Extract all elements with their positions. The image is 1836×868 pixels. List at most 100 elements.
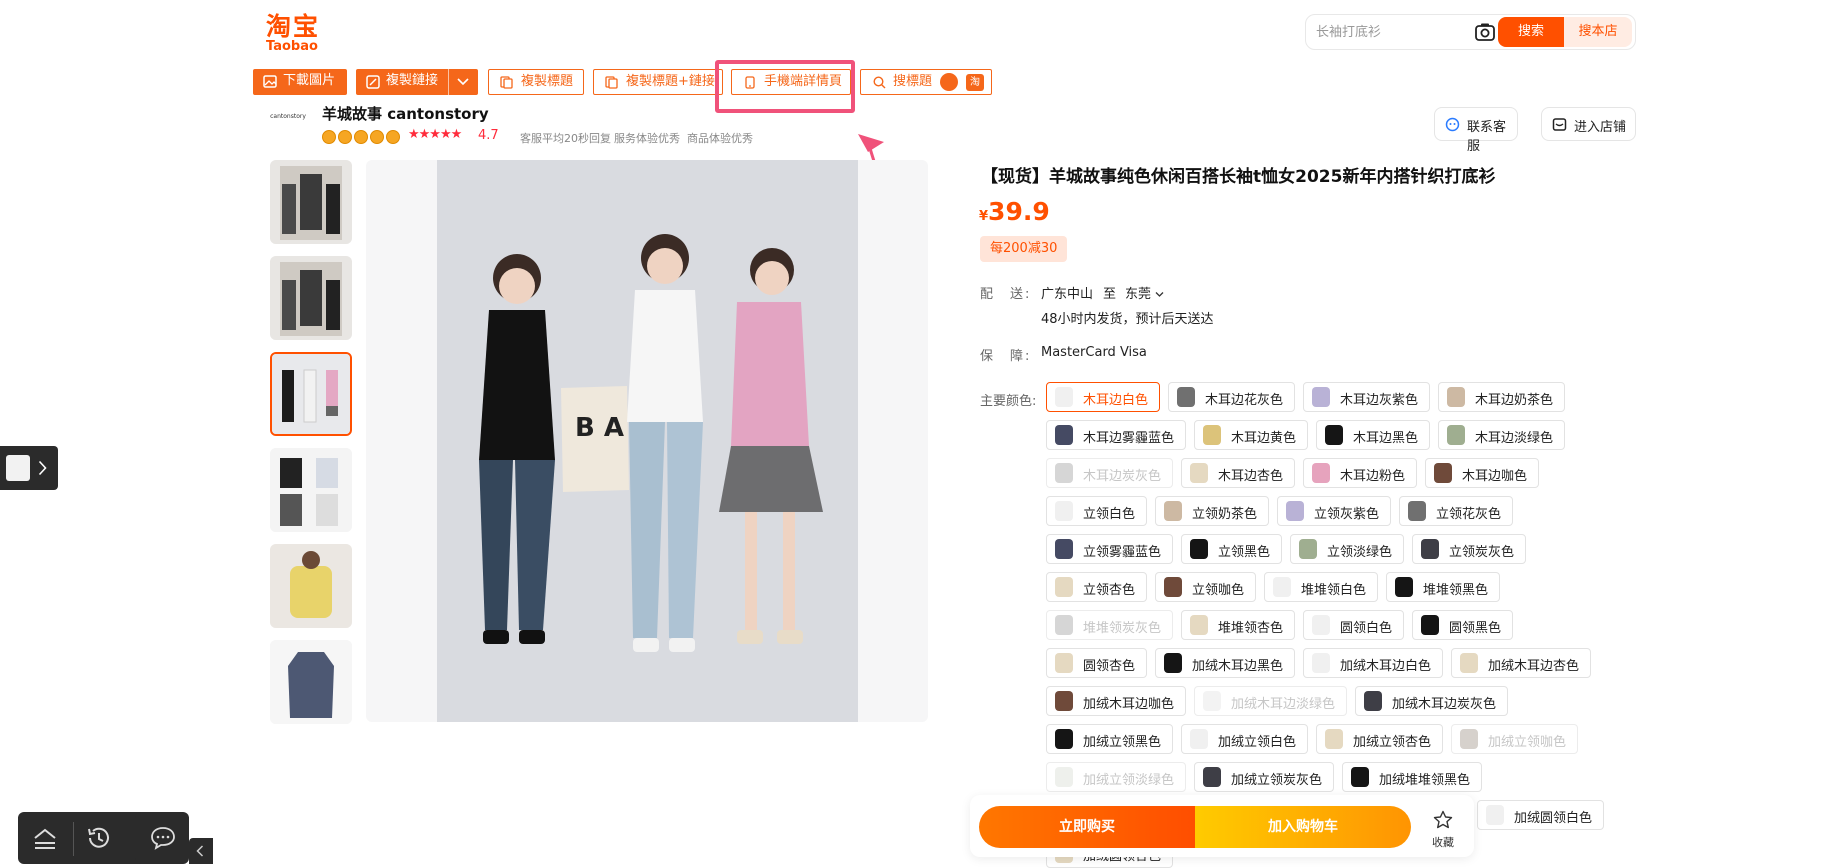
shop-logo[interactable]: cantonstory	[266, 108, 310, 136]
color-swatch-icon	[1190, 539, 1208, 559]
color-option[interactable]: 木耳边黑色	[1316, 420, 1430, 450]
camera-search-icon[interactable]	[1474, 22, 1496, 42]
color-option[interactable]: 木耳边灰紫色	[1303, 382, 1430, 412]
chevron-down-icon	[1155, 292, 1164, 297]
color-option[interactable]: 加绒立领白色	[1181, 724, 1308, 754]
color-swatch-icon	[1203, 767, 1221, 787]
color-swatch-icon	[1325, 729, 1343, 749]
color-option[interactable]: 加绒木耳边炭灰色	[1355, 686, 1508, 716]
taobao-swirl-icon	[940, 73, 958, 91]
copy-title-link-button[interactable]: 複製標題+鏈接	[593, 69, 723, 95]
color-option[interactable]: 立领花灰色	[1399, 496, 1513, 526]
search-title-button[interactable]: 搜標題 淘	[860, 69, 992, 95]
logo-en: Taobao	[266, 39, 318, 54]
color-option[interactable]: 加绒木耳边白色	[1303, 648, 1443, 678]
gallery-thumbnail-active[interactable]	[270, 352, 352, 436]
color-option[interactable]: 木耳边杏色	[1181, 458, 1295, 488]
search-store-button[interactable]: 搜本店	[1564, 17, 1632, 47]
color-option[interactable]: 加绒圆领白色	[1477, 800, 1604, 830]
color-option-label: 圆领黑色	[1449, 621, 1502, 636]
copy-link-button[interactable]: 複製鏈接	[356, 69, 478, 95]
shipping-to-word: 至	[1103, 287, 1117, 302]
color-option[interactable]: 堆堆领杏色	[1181, 610, 1295, 640]
color-option[interactable]: 立领灰紫色	[1277, 496, 1391, 526]
color-option[interactable]: 木耳边粉色	[1303, 458, 1417, 488]
color-option[interactable]: 加绒木耳边杏色	[1451, 648, 1591, 678]
color-option[interactable]: 加绒木耳边黑色	[1155, 648, 1295, 678]
color-option[interactable]: 加绒立领炭灰色	[1194, 762, 1334, 792]
color-option-label: 加绒木耳边白色	[1340, 659, 1432, 674]
chat-bubble-icon[interactable]	[150, 826, 176, 850]
color-option[interactable]: 立领炭灰色	[1412, 534, 1526, 564]
color-option[interactable]: 立领杏色	[1046, 572, 1147, 602]
color-option[interactable]: 加绒木耳边咖色	[1046, 686, 1186, 716]
color-option[interactable]: 加绒立领黑色	[1046, 724, 1173, 754]
color-option[interactable]: 木耳边淡绿色	[1438, 420, 1565, 450]
color-option[interactable]: 木耳边花灰色	[1168, 382, 1295, 412]
color-option[interactable]: 木耳边咖色	[1425, 458, 1539, 488]
search-bar: 搜索 搜本店	[1305, 14, 1636, 50]
gallery-thumbnail[interactable]	[270, 256, 352, 340]
color-swatch-icon	[1164, 653, 1182, 673]
favorite-button[interactable]: 收藏	[1426, 810, 1460, 850]
search-button[interactable]: 搜索	[1498, 17, 1564, 47]
color-option[interactable]: 堆堆领黑色	[1386, 572, 1500, 602]
contact-service-button[interactable]: 联系客服	[1434, 107, 1518, 154]
color-option-label: 木耳边雾霾蓝色	[1083, 431, 1175, 446]
history-icon[interactable]	[86, 825, 112, 851]
color-option[interactable]: 加绒木耳边淡绿色	[1194, 686, 1347, 716]
chevron-down-icon[interactable]	[457, 77, 469, 86]
color-option[interactable]: 加绒堆堆领黑色	[1342, 762, 1482, 792]
shipping-destination-select[interactable]: 东莞	[1125, 283, 1164, 302]
shop-name[interactable]: 羊城故事 cantonstory	[322, 103, 489, 124]
gallery-thumbnail[interactable]	[270, 640, 352, 724]
color-option[interactable]: 立领黑色	[1181, 534, 1282, 564]
color-option[interactable]: 堆堆领白色	[1264, 572, 1378, 602]
color-option[interactable]: 木耳边炭灰色	[1046, 458, 1173, 488]
color-option[interactable]: 圆领杏色	[1046, 648, 1147, 678]
gallery-thumbnail[interactable]	[270, 160, 352, 244]
side-expand-tab[interactable]	[0, 446, 58, 490]
color-option-label: 木耳边黄色	[1231, 431, 1297, 446]
color-option-label: 立领炭灰色	[1449, 545, 1515, 560]
gallery-thumbnail[interactable]	[270, 544, 352, 628]
color-option[interactable]: 加绒立领淡绿色	[1046, 762, 1186, 792]
top-eject-icon[interactable]	[32, 826, 58, 850]
coupon-badge[interactable]: 每200减30	[980, 236, 1068, 262]
color-option[interactable]: 木耳边白色	[1046, 382, 1160, 412]
color-option[interactable]: 立领白色	[1046, 496, 1147, 526]
copy-title-button[interactable]: 複製標題	[488, 69, 584, 95]
add-to-cart-button[interactable]: 加入购物车	[1195, 806, 1411, 848]
shipping-note: 48小时内发货，预计后天送达	[1041, 312, 1214, 327]
color-option[interactable]: 木耳边奶茶色	[1438, 382, 1565, 412]
color-option[interactable]: 立领奶茶色	[1155, 496, 1269, 526]
color-option-label: 木耳边花灰色	[1205, 393, 1284, 408]
shirt-thumbnail-icon	[6, 455, 30, 481]
color-option[interactable]: 木耳边黄色	[1194, 420, 1308, 450]
buy-now-button[interactable]: 立即购买	[979, 806, 1195, 848]
color-option[interactable]: 圆领黑色	[1412, 610, 1513, 640]
color-swatch-icon	[1190, 463, 1208, 483]
coin-icon	[354, 130, 368, 144]
color-option[interactable]: 立领淡绿色	[1290, 534, 1404, 564]
search-input[interactable]	[1316, 21, 1466, 43]
search-title-label: 搜標題	[893, 74, 933, 89]
download-images-button[interactable]: 下載圖片	[253, 69, 347, 95]
color-option[interactable]: 堆堆领炭灰色	[1046, 610, 1173, 640]
guarantee-label: 保 障:	[980, 349, 1032, 364]
color-option[interactable]: 圆领白色	[1303, 610, 1404, 640]
gallery-thumbnail[interactable]	[270, 448, 352, 532]
taobao-logo[interactable]: 淘宝 Taobao	[266, 14, 336, 54]
color-option[interactable]: 立领咖色	[1155, 572, 1256, 602]
collapse-dock-button[interactable]	[189, 838, 213, 864]
enter-store-button[interactable]: 进入店铺	[1541, 107, 1636, 141]
main-product-image[interactable]: B A	[437, 160, 858, 722]
color-option[interactable]: 立领雾霾蓝色	[1046, 534, 1173, 564]
color-option[interactable]: 加绒立领杏色	[1316, 724, 1443, 754]
color-option-label: 木耳边奶茶色	[1475, 393, 1554, 408]
color-option-label: 木耳边黑色	[1353, 431, 1419, 446]
product-price: ¥39.9	[979, 197, 1050, 226]
favorite-label: 收藏	[1432, 836, 1454, 849]
color-option[interactable]: 加绒立领咖色	[1451, 724, 1578, 754]
color-option[interactable]: 木耳边雾霾蓝色	[1046, 420, 1186, 450]
